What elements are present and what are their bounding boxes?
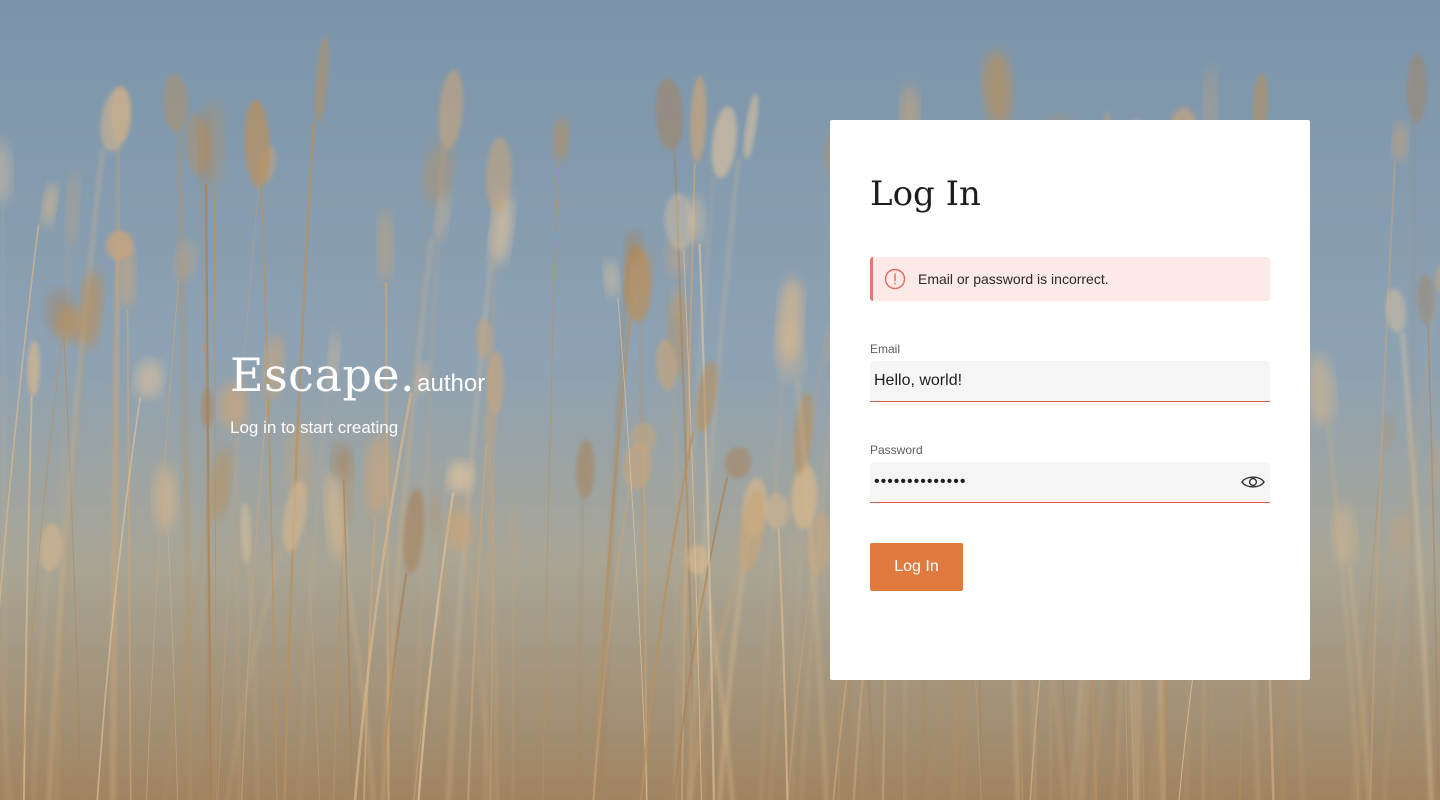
- login-title: Log In: [870, 174, 981, 214]
- eye-icon[interactable]: [1240, 471, 1266, 493]
- password-label: Password: [870, 443, 923, 457]
- login-page: Escape. author Log in to start creating …: [0, 0, 1440, 800]
- brand-logo: Escape. author: [230, 352, 485, 398]
- brand-block: Escape. author Log in to start creating: [230, 352, 485, 438]
- brand-tagline: Log in to start creating: [230, 418, 399, 437]
- email-label: Email: [870, 342, 901, 356]
- error-alert: Email or password is incorrect.: [870, 257, 1270, 301]
- error-message: Email or password is incorrect.: [918, 271, 1109, 287]
- brand-name: Escape.: [230, 348, 416, 402]
- login-card: Log In Email or password is incorrect. E…: [830, 120, 1310, 680]
- login-button[interactable]: Log In: [870, 543, 963, 591]
- password-field-wrapper: [870, 462, 1270, 503]
- email-field-wrapper: [870, 361, 1270, 402]
- brand-suffix: author: [417, 370, 486, 397]
- password-field[interactable]: [870, 462, 1218, 502]
- email-field[interactable]: [870, 361, 1218, 401]
- alert-circle-icon: [884, 268, 906, 290]
